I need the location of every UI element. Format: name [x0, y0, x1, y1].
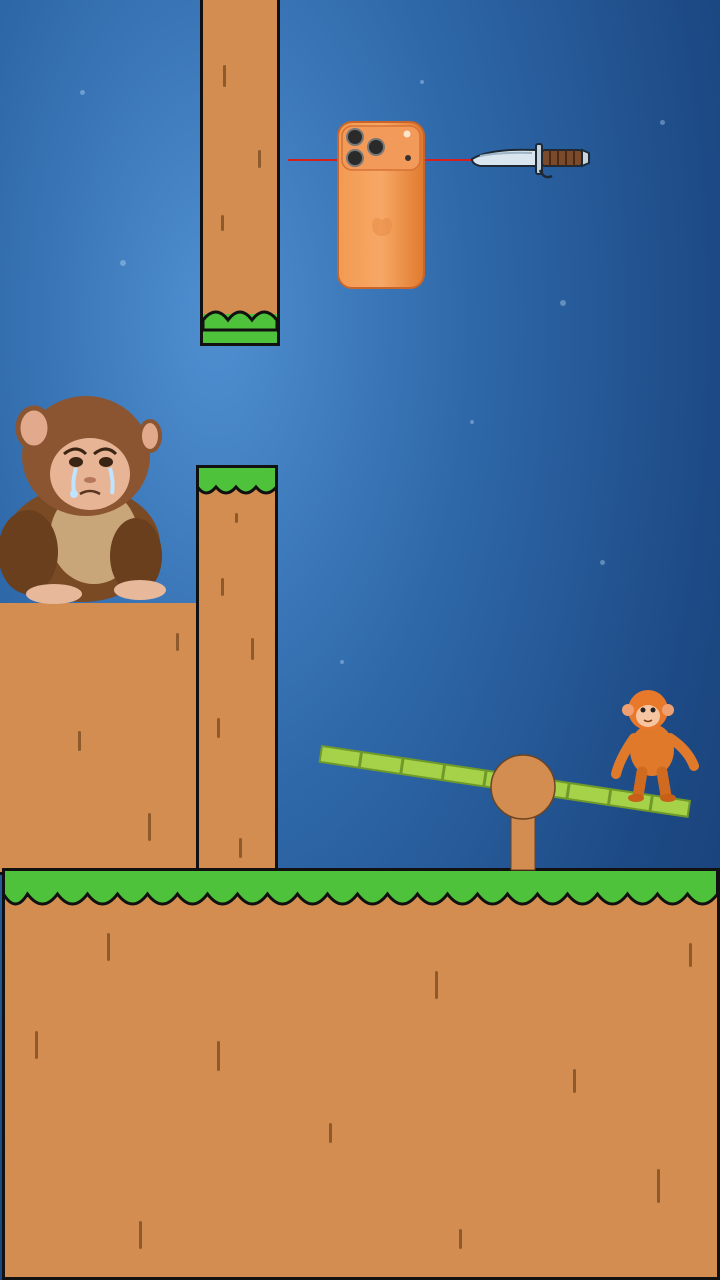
sad-monkey [0, 396, 166, 604]
top-pillar [200, 0, 280, 345]
top-pillar-grass-edge [201, 310, 279, 332]
left-ledge [0, 603, 199, 875]
ground-grass [1, 868, 719, 906]
seesaw-pivot [490, 754, 556, 820]
knife[interactable] [470, 140, 594, 184]
game-scene [0, 0, 720, 1280]
middle-pillar-grass [196, 465, 278, 495]
orange-phone[interactable] [336, 120, 428, 292]
middle-pillar [196, 465, 278, 875]
ground [2, 868, 720, 1280]
orange-monkey [611, 690, 699, 802]
